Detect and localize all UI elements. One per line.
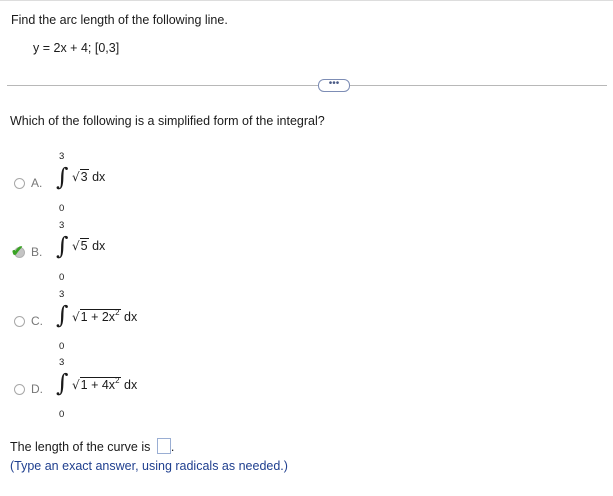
integral-sign-icon: ∫ bbox=[56, 232, 69, 260]
sqrt-icon: √ bbox=[72, 378, 80, 392]
sqrt-icon: √ bbox=[72, 310, 80, 324]
option-d[interactable]: D. 3 ∫ 0 √1 + 4x2 dx bbox=[14, 357, 174, 423]
radio-c[interactable] bbox=[14, 316, 25, 327]
integral-c: 3 ∫ 0 √1 + 2x2 dx bbox=[56, 289, 177, 355]
integrand: √5 dx bbox=[72, 238, 106, 253]
upper-limit: 3 bbox=[59, 289, 65, 300]
lower-limit: 0 bbox=[59, 409, 65, 420]
check-icon: ✔ bbox=[11, 243, 24, 260]
lower-limit: 0 bbox=[59, 341, 65, 352]
exponent: 2 bbox=[115, 376, 120, 385]
upper-limit: 3 bbox=[59, 357, 65, 368]
answer-suffix: . bbox=[170, 440, 175, 454]
integral-sign-icon: ∫ bbox=[56, 369, 69, 397]
integrand: √1 + 2x2 dx bbox=[72, 308, 137, 324]
radicand: 1 + 2x2 bbox=[79, 308, 121, 324]
section-divider bbox=[7, 85, 607, 86]
option-b-letter: B. bbox=[31, 245, 43, 259]
answer-prompt: The length of the curve is bbox=[10, 440, 151, 454]
radicand: 3 bbox=[79, 169, 89, 184]
answer-line: The length of the curve is . bbox=[10, 438, 174, 454]
more-button[interactable]: ••• bbox=[318, 79, 350, 92]
differential: dx bbox=[120, 310, 138, 324]
option-b[interactable]: ✔ B. 3 ∫ 0 √5 dx bbox=[11, 220, 177, 286]
lower-limit: 0 bbox=[59, 203, 65, 214]
subquestion-text: Which of the following is a simplified f… bbox=[10, 114, 325, 128]
upper-limit: 3 bbox=[59, 151, 65, 162]
sqrt-icon: √ bbox=[72, 170, 80, 184]
option-d-letter: D. bbox=[31, 382, 43, 396]
differential: dx bbox=[88, 170, 106, 184]
option-c-letter: C. bbox=[31, 314, 43, 328]
integral-b: 3 ∫ 0 √5 dx bbox=[56, 220, 177, 286]
integral-a: 3 ∫ 0 √3 dx bbox=[56, 151, 177, 217]
differential: dx bbox=[120, 378, 138, 392]
integrand: √1 + 4x2 dx bbox=[72, 376, 137, 392]
lower-limit: 0 bbox=[59, 272, 65, 283]
exponent: 2 bbox=[115, 308, 120, 317]
equation-text: y = 2x + 4; [0,3] bbox=[33, 41, 120, 55]
question-text: Find the arc length of the following lin… bbox=[11, 13, 228, 27]
radicand: 1 + 4x2 bbox=[79, 376, 121, 392]
radio-d[interactable] bbox=[14, 384, 25, 395]
integrand: √3 dx bbox=[72, 169, 106, 184]
integral-sign-icon: ∫ bbox=[56, 301, 69, 329]
option-c[interactable]: C. 3 ∫ 0 √1 + 2x2 dx bbox=[14, 289, 174, 355]
radio-a[interactable] bbox=[14, 178, 25, 189]
integral-sign-icon: ∫ bbox=[56, 163, 69, 191]
option-a-letter: A. bbox=[31, 176, 43, 190]
answer-hint: (Type an exact answer, using radicals as… bbox=[10, 459, 288, 473]
sqrt-icon: √ bbox=[72, 239, 80, 253]
top-border bbox=[0, 0, 613, 1]
radicand: 5 bbox=[79, 238, 89, 253]
integral-d: 3 ∫ 0 √1 + 4x2 dx bbox=[56, 357, 177, 423]
upper-limit: 3 bbox=[59, 220, 65, 231]
option-a[interactable]: A. 3 ∫ 0 √3 dx bbox=[14, 151, 174, 217]
answer-input[interactable] bbox=[156, 438, 171, 454]
differential: dx bbox=[88, 239, 106, 253]
